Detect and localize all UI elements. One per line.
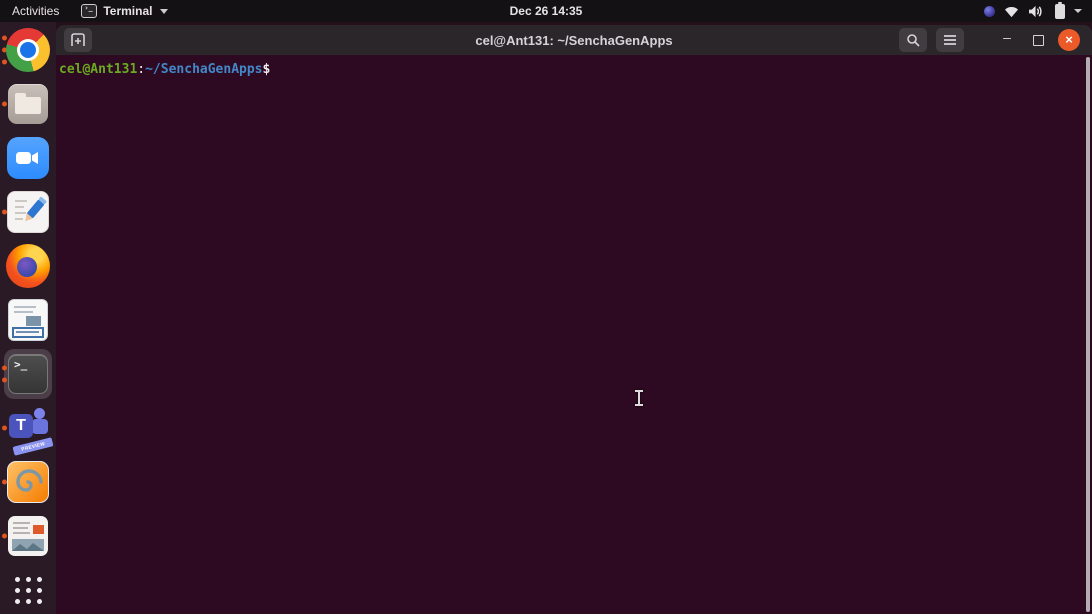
top-bar-left: Activities Terminal	[0, 0, 178, 22]
window-titlebar[interactable]: cel@Ant131: ~/SenchaGenApps – ×	[56, 25, 1092, 55]
libreoffice-document-icon	[8, 299, 48, 341]
chrome-icon	[6, 28, 50, 72]
dock: T PREVIEW	[0, 22, 56, 614]
chevron-down-icon	[160, 9, 168, 14]
wifi-icon	[1004, 5, 1019, 18]
dock-item-terminal[interactable]	[0, 351, 56, 397]
terminal-prompt: cel@Ant131:~/SenchaGenApps$	[56, 55, 1092, 78]
battery-icon	[1055, 4, 1065, 19]
prompt-separator: :	[137, 62, 145, 77]
swirl-app-icon	[7, 461, 49, 503]
activities-button[interactable]: Activities	[0, 0, 71, 22]
menu-button[interactable]	[936, 28, 964, 52]
new-tab-button[interactable]	[64, 28, 92, 52]
document-viewer-icon	[8, 516, 48, 556]
teams-icon: T PREVIEW	[7, 407, 49, 449]
terminal-content[interactable]: cel@Ant131:~/SenchaGenApps$	[56, 55, 1092, 614]
app-menu-label: Terminal	[103, 4, 152, 18]
app-menu-button[interactable]: Terminal	[71, 0, 178, 22]
search-icon	[906, 33, 920, 47]
terminal-scrollbar[interactable]	[1086, 57, 1090, 612]
dock-item-chrome[interactable]	[0, 27, 56, 73]
volume-icon	[1028, 5, 1044, 18]
dock-item-files[interactable]	[0, 81, 56, 127]
dock-item-teams[interactable]: T PREVIEW	[0, 405, 56, 451]
terminal-mini-icon	[81, 4, 97, 18]
running-indicator	[2, 480, 7, 485]
running-indicator	[2, 534, 7, 539]
hamburger-menu-icon	[943, 34, 957, 46]
terminal-icon	[8, 354, 48, 394]
prompt-user-host: cel@Ant131	[59, 62, 137, 77]
dock-item-document-viewer[interactable]	[0, 513, 56, 559]
system-tray[interactable]	[984, 0, 1092, 22]
firefox-icon	[6, 244, 50, 288]
caret-down-icon	[1074, 9, 1082, 13]
search-button[interactable]	[899, 28, 927, 52]
running-indicator	[2, 366, 7, 383]
dock-item-show-applications[interactable]	[0, 567, 56, 613]
dock-item-zoom[interactable]	[0, 135, 56, 181]
files-icon	[8, 84, 48, 124]
app-indicator-icon[interactable]	[984, 6, 995, 17]
prompt-symbol: $	[263, 62, 271, 77]
minimize-button[interactable]: –	[996, 26, 1018, 54]
dock-item-swirl-app[interactable]	[0, 459, 56, 505]
new-tab-icon	[70, 33, 86, 47]
text-editor-icon	[7, 191, 49, 233]
dock-item-firefox[interactable]	[0, 243, 56, 289]
zoom-icon	[7, 137, 49, 179]
running-indicator	[2, 102, 7, 107]
dock-item-text-editor[interactable]	[0, 189, 56, 235]
teams-preview-ribbon: PREVIEW	[13, 437, 54, 455]
top-bar: Activities Terminal Dec 26 14:35	[0, 0, 1092, 22]
running-indicator	[2, 210, 7, 215]
close-button[interactable]: ×	[1058, 29, 1080, 51]
terminal-window: cel@Ant131: ~/SenchaGenApps – × ce	[56, 25, 1092, 614]
restore-button[interactable]	[1027, 29, 1049, 51]
prompt-path: ~/SenchaGenApps	[145, 62, 262, 77]
dock-item-libreoffice[interactable]	[0, 297, 56, 343]
restore-icon	[1033, 35, 1044, 46]
show-applications-icon	[15, 577, 42, 604]
